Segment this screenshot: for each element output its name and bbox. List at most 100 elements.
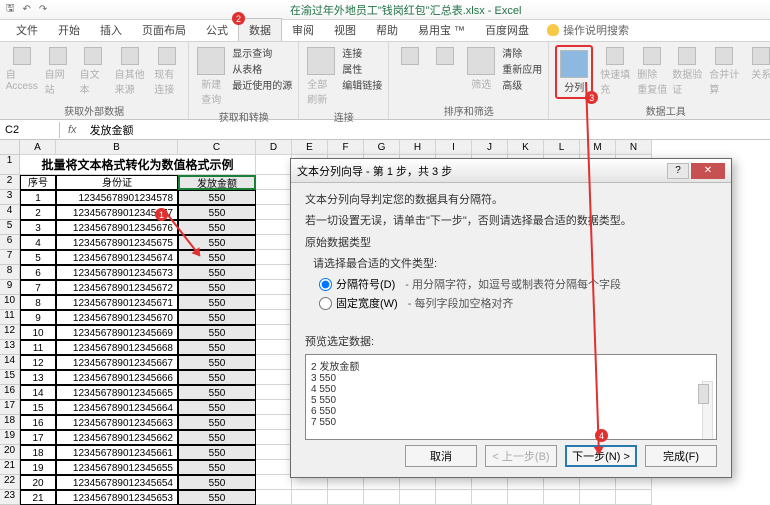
sheet-title[interactable]: 批量将文本格式转化为数值格式示例 — [20, 155, 256, 175]
cell[interactable] — [256, 460, 292, 475]
cell[interactable]: 550 — [178, 325, 256, 340]
cancel-button[interactable]: 取消 — [405, 445, 477, 467]
cell[interactable]: 4 — [20, 235, 56, 250]
radio-delimited[interactable] — [319, 278, 332, 291]
cell[interactable]: 550 — [178, 400, 256, 415]
dialog-help-button[interactable]: ? — [667, 163, 689, 179]
btn-filter[interactable]: 筛选 — [465, 45, 497, 93]
btn-show-queries[interactable]: 显示查询 — [232, 45, 292, 60]
scrollbar-track[interactable] — [702, 381, 713, 440]
cell[interactable]: 8 — [20, 295, 56, 310]
cell[interactable] — [256, 385, 292, 400]
cell[interactable]: 3 — [20, 220, 56, 235]
btn-existing-conn[interactable]: 现有连接 — [152, 45, 182, 98]
tell-me[interactable]: 操作说明搜索 — [539, 19, 637, 41]
cell[interactable]: 123456789012345662 — [56, 430, 178, 445]
finish-button[interactable]: 完成(F) — [645, 445, 717, 467]
tab-home[interactable]: 开始 — [48, 19, 90, 41]
cell[interactable] — [256, 355, 292, 370]
cell[interactable]: 123456789012345663 — [56, 415, 178, 430]
cell[interactable]: 123456789012345655 — [56, 460, 178, 475]
cell[interactable]: 12 — [20, 355, 56, 370]
cell[interactable]: 18 — [20, 445, 56, 460]
cell[interactable]: 550 — [178, 220, 256, 235]
cell[interactable]: 123456789012345653 — [56, 490, 178, 505]
col-header[interactable]: B — [56, 140, 178, 155]
cell[interactable]: 7 — [20, 280, 56, 295]
col-header[interactable]: E — [292, 140, 328, 155]
cell[interactable]: 14 — [20, 385, 56, 400]
header-cell[interactable]: 发放金额 — [178, 175, 256, 190]
cell[interactable]: 123456789012345666 — [56, 370, 178, 385]
cell[interactable]: 10 — [20, 325, 56, 340]
cell[interactable]: 550 — [178, 385, 256, 400]
cell[interactable] — [364, 490, 400, 505]
undo-icon[interactable]: ↶ — [23, 4, 31, 15]
col-header[interactable]: M — [580, 140, 616, 155]
btn-from-text[interactable]: 自文本 — [78, 45, 108, 98]
cell[interactable]: 123456789012345673 — [56, 265, 178, 280]
cell[interactable]: 11 — [20, 340, 56, 355]
btn-from-table[interactable]: 从表格 — [232, 61, 292, 76]
cell[interactable] — [508, 490, 544, 505]
cell[interactable] — [292, 490, 328, 505]
cell[interactable]: 550 — [178, 355, 256, 370]
tab-formula[interactable]: 公式 — [196, 19, 238, 41]
btn-properties[interactable]: 属性 — [342, 61, 382, 76]
cell[interactable]: 550 — [178, 445, 256, 460]
btn-relations[interactable]: 关系 — [746, 45, 770, 83]
btn-advanced[interactable]: 高级 — [502, 77, 542, 92]
btn-recent-sources[interactable]: 最近使用的源 — [232, 77, 292, 92]
cell[interactable] — [256, 155, 292, 175]
tab-data[interactable]: 数据2 — [238, 18, 282, 41]
cell[interactable]: 1 — [20, 190, 56, 205]
cell[interactable]: 550 — [178, 430, 256, 445]
col-header[interactable]: L — [544, 140, 580, 155]
cell[interactable]: 5 — [20, 250, 56, 265]
name-box[interactable]: C2 — [0, 122, 60, 138]
btn-from-web[interactable]: 自网站 — [43, 45, 73, 98]
col-header[interactable]: I — [436, 140, 472, 155]
cell[interactable]: 550 — [178, 415, 256, 430]
cell[interactable] — [256, 265, 292, 280]
col-header[interactable]: K — [508, 140, 544, 155]
cell[interactable]: 2 — [20, 205, 56, 220]
tab-baidu[interactable]: 百度网盘 — [475, 19, 539, 41]
cell[interactable]: 13 — [20, 370, 56, 385]
header-cell[interactable]: 序号 — [20, 175, 56, 190]
cell[interactable]: 550 — [178, 370, 256, 385]
cell[interactable]: 123456789012345668 — [56, 340, 178, 355]
btn-sort-za[interactable] — [430, 45, 460, 67]
cell[interactable]: 123456789012345675 — [56, 235, 178, 250]
btn-sort-az[interactable] — [395, 45, 425, 67]
cell[interactable] — [256, 445, 292, 460]
cell[interactable]: 6 — [20, 265, 56, 280]
col-header[interactable]: D — [256, 140, 292, 155]
header-cell[interactable]: 身份证 — [56, 175, 178, 190]
fx-icon[interactable]: fx — [60, 124, 85, 136]
scrollbar-thumb[interactable] — [698, 384, 709, 404]
cell[interactable] — [256, 190, 292, 205]
cell[interactable]: 550 — [178, 280, 256, 295]
cell[interactable]: 550 — [178, 250, 256, 265]
cell[interactable] — [256, 295, 292, 310]
cell[interactable]: 550 — [178, 190, 256, 205]
btn-remove-dup[interactable]: 删除 重复值 — [637, 45, 667, 98]
cell[interactable] — [256, 475, 292, 490]
tab-yiyong[interactable]: 易用宝 ™ — [408, 19, 475, 41]
btn-from-other[interactable]: 自其他来源 — [113, 45, 148, 98]
cell[interactable]: 123456789012345670 — [56, 310, 178, 325]
formula-value[interactable]: 发放金额 — [85, 120, 139, 140]
cell[interactable] — [256, 310, 292, 325]
cell[interactable]: 15 — [20, 400, 56, 415]
cell[interactable]: 123456789012345676 — [56, 220, 178, 235]
cell[interactable]: 20 — [20, 475, 56, 490]
cell[interactable] — [256, 220, 292, 235]
cell[interactable] — [616, 490, 652, 505]
btn-consolidate[interactable]: 合并计算 — [707, 45, 741, 98]
cell[interactable]: 550 — [178, 265, 256, 280]
col-header[interactable]: H — [400, 140, 436, 155]
btn-data-validation[interactable]: 数据验 证 — [672, 45, 702, 98]
btn-clear[interactable]: 清除 — [502, 45, 542, 60]
cell[interactable] — [256, 325, 292, 340]
